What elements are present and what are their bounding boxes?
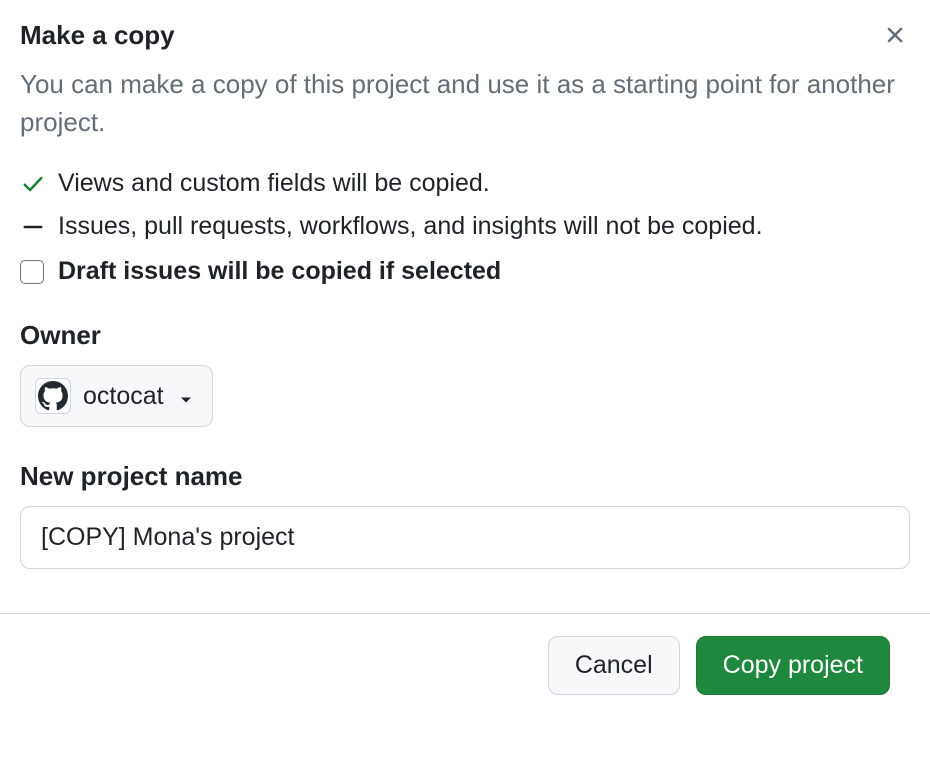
project-name-input[interactable] — [20, 506, 910, 569]
owner-label: Owner — [20, 320, 910, 351]
info-item-copied: Views and custom fields will be copied. — [20, 169, 910, 198]
copy-project-button[interactable]: Copy project — [696, 636, 890, 695]
dialog-title: Make a copy — [20, 20, 175, 51]
make-a-copy-dialog: Make a copy You can make a copy of this … — [0, 0, 930, 717]
close-icon — [882, 22, 908, 48]
info-list: Views and custom fields will be copied. … — [20, 169, 910, 241]
owner-select-button[interactable]: octocat — [20, 365, 213, 427]
draft-issues-label[interactable]: Draft issues will be copied if selected — [58, 257, 501, 286]
project-name-label: New project name — [20, 461, 910, 492]
owner-selected-name: octocat — [83, 382, 164, 411]
caret-down-icon — [180, 382, 192, 411]
info-copied-text: Views and custom fields will be copied. — [58, 169, 490, 198]
dash-icon — [20, 214, 46, 240]
close-button[interactable] — [878, 18, 912, 52]
owner-avatar — [35, 378, 71, 414]
draft-issues-checkbox[interactable] — [20, 260, 44, 284]
dialog-description: You can make a copy of this project and … — [20, 66, 910, 141]
cancel-button[interactable]: Cancel — [548, 636, 680, 695]
check-icon — [20, 171, 46, 197]
info-item-not-copied: Issues, pull requests, workflows, and in… — [20, 212, 910, 241]
info-not-copied-text: Issues, pull requests, workflows, and in… — [58, 212, 763, 241]
dialog-header: Make a copy — [20, 20, 910, 52]
draft-issues-option: Draft issues will be copied if selected — [20, 257, 910, 286]
dialog-footer: Cancel Copy project — [20, 614, 910, 717]
